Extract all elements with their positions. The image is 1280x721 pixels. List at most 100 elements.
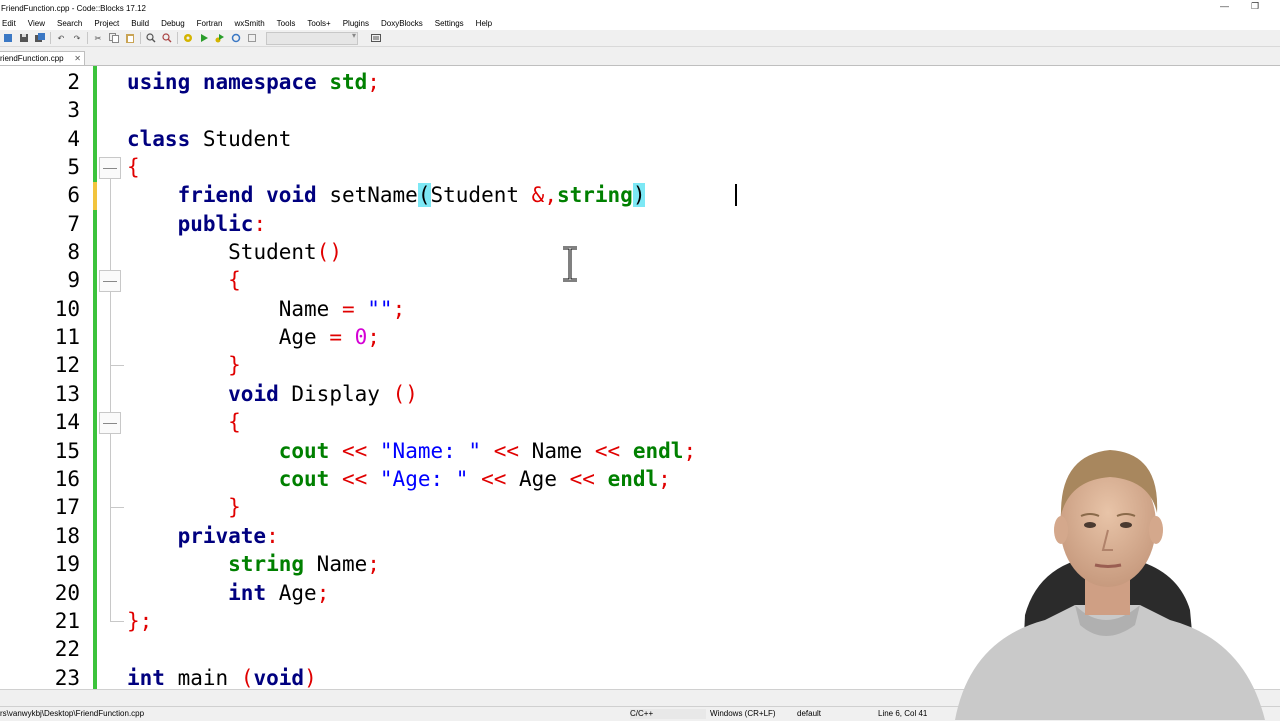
code-line: 9 { [0, 266, 1280, 294]
code-line: 5 { [0, 153, 1280, 181]
editor-tab-bar: riendFunction.cpp ✕ [0, 51, 1280, 66]
token: Age [519, 467, 557, 491]
menu-project[interactable]: Project [88, 19, 125, 28]
toolbar-separator [87, 32, 88, 44]
token: << [341, 439, 368, 463]
new-file-icon[interactable] [3, 33, 14, 44]
line-content: Student() [127, 238, 342, 266]
abort-icon[interactable] [247, 33, 258, 44]
menu-doxyblocks[interactable]: DoxyBlocks [375, 19, 429, 28]
token: } [228, 353, 241, 377]
line-number: 10 [54, 297, 80, 321]
build-target-combo[interactable] [266, 31, 358, 45]
menu-debug[interactable]: Debug [155, 19, 191, 28]
line-content: cout << "Age: " << Age << endl; [127, 465, 671, 493]
token: { [228, 268, 241, 292]
title-bar: FriendFunction.cpp - Code::Blocks 17.12 … [0, 0, 1280, 16]
rebuild-icon[interactable] [231, 33, 242, 44]
token: public [177, 212, 254, 236]
tab-friendfunction-cpp[interactable]: riendFunction.cpp ✕ [0, 51, 85, 65]
token: 0 [354, 325, 368, 349]
menu-build[interactable]: Build [125, 19, 155, 28]
status-eol: Windows (CR+LF) [710, 709, 776, 718]
cut-icon[interactable]: ✂ [93, 33, 104, 44]
toolbar-separator [140, 32, 141, 44]
code-line: 6 friend void setName(Student &,string) [0, 181, 1280, 209]
undo-icon[interactable]: ↶ [56, 33, 67, 44]
token: using [127, 70, 191, 94]
token: std [329, 70, 368, 94]
replace-icon[interactable] [162, 33, 173, 44]
token: Display [291, 382, 380, 406]
build-icon[interactable] [183, 33, 194, 44]
paste-icon[interactable] [125, 33, 136, 44]
menu-search[interactable]: Search [51, 19, 88, 28]
token: private [177, 524, 267, 548]
close-icon[interactable]: ✕ [74, 54, 81, 63]
copy-icon[interactable] [109, 33, 120, 44]
save-icon[interactable] [19, 33, 30, 44]
save-all-icon[interactable] [35, 33, 46, 44]
token: Name [531, 439, 583, 463]
code-line: 13 void Display () [0, 380, 1280, 408]
toolbar-separator [177, 32, 178, 44]
menu-help[interactable]: Help [470, 19, 498, 28]
restore-button[interactable]: ❐ [1251, 1, 1259, 12]
run-icon[interactable] [199, 33, 210, 44]
token: string [556, 183, 633, 207]
token: Student [430, 183, 520, 207]
token: setName [329, 183, 418, 207]
token: () [392, 382, 418, 406]
token: : [266, 524, 279, 548]
code-line: 7 public: [0, 210, 1280, 238]
code-line: 8 Student() [0, 238, 1280, 266]
token: endl [607, 467, 659, 491]
menu-wxsmith[interactable]: wxSmith [228, 19, 270, 28]
line-number: 4 [67, 127, 80, 151]
token: ; [367, 552, 380, 576]
token: Student [202, 127, 292, 151]
code-line: 3 [0, 96, 1280, 124]
token: friend [177, 183, 254, 207]
token: << [569, 467, 595, 491]
token: << [341, 467, 368, 491]
line-content: int main (void) [127, 664, 317, 689]
menu-fortran[interactable]: Fortran [191, 19, 229, 28]
redo-icon[interactable]: ↷ [72, 33, 83, 44]
menu-tools-plus[interactable]: Tools+ [301, 19, 336, 28]
code-line: 11 Age = 0; [0, 323, 1280, 351]
line-number: 21 [54, 609, 80, 633]
token: void [253, 666, 305, 689]
line-content: Age = 0; [127, 323, 380, 351]
token: : [253, 212, 267, 236]
menu-edit[interactable]: Edit [0, 19, 22, 28]
line-number: 15 [54, 439, 80, 463]
code-line: 2 using namespace std; [0, 68, 1280, 96]
find-icon[interactable] [146, 33, 157, 44]
menu-settings[interactable]: Settings [429, 19, 470, 28]
build-run-icon[interactable] [215, 33, 226, 44]
tab-label: riendFunction.cpp [0, 54, 64, 63]
token: class [127, 127, 191, 151]
line-number: 13 [54, 382, 80, 406]
line-number: 7 [67, 212, 80, 236]
token: &, [531, 183, 557, 207]
status-cursor-position: Line 6, Col 41 [878, 709, 928, 718]
token: "Age: " [379, 467, 469, 491]
minimize-button[interactable]: — [1220, 1, 1229, 11]
line-content: } [127, 351, 241, 379]
menu-plugins[interactable]: Plugins [337, 19, 375, 28]
token: << [481, 467, 507, 491]
line-number: 18 [54, 524, 80, 548]
token: endl [632, 439, 684, 463]
menu-tools[interactable]: Tools [271, 19, 302, 28]
line-content: cout << "Name: " << Name << endl; [127, 437, 696, 465]
toggle-icon[interactable] [370, 33, 381, 44]
line-number: 12 [54, 353, 80, 377]
token: int [127, 666, 165, 689]
token: ; [683, 439, 697, 463]
menu-view[interactable]: View [22, 19, 51, 28]
line-number: 3 [67, 98, 80, 122]
token: main [177, 666, 229, 689]
line-number: 5 [67, 155, 80, 179]
